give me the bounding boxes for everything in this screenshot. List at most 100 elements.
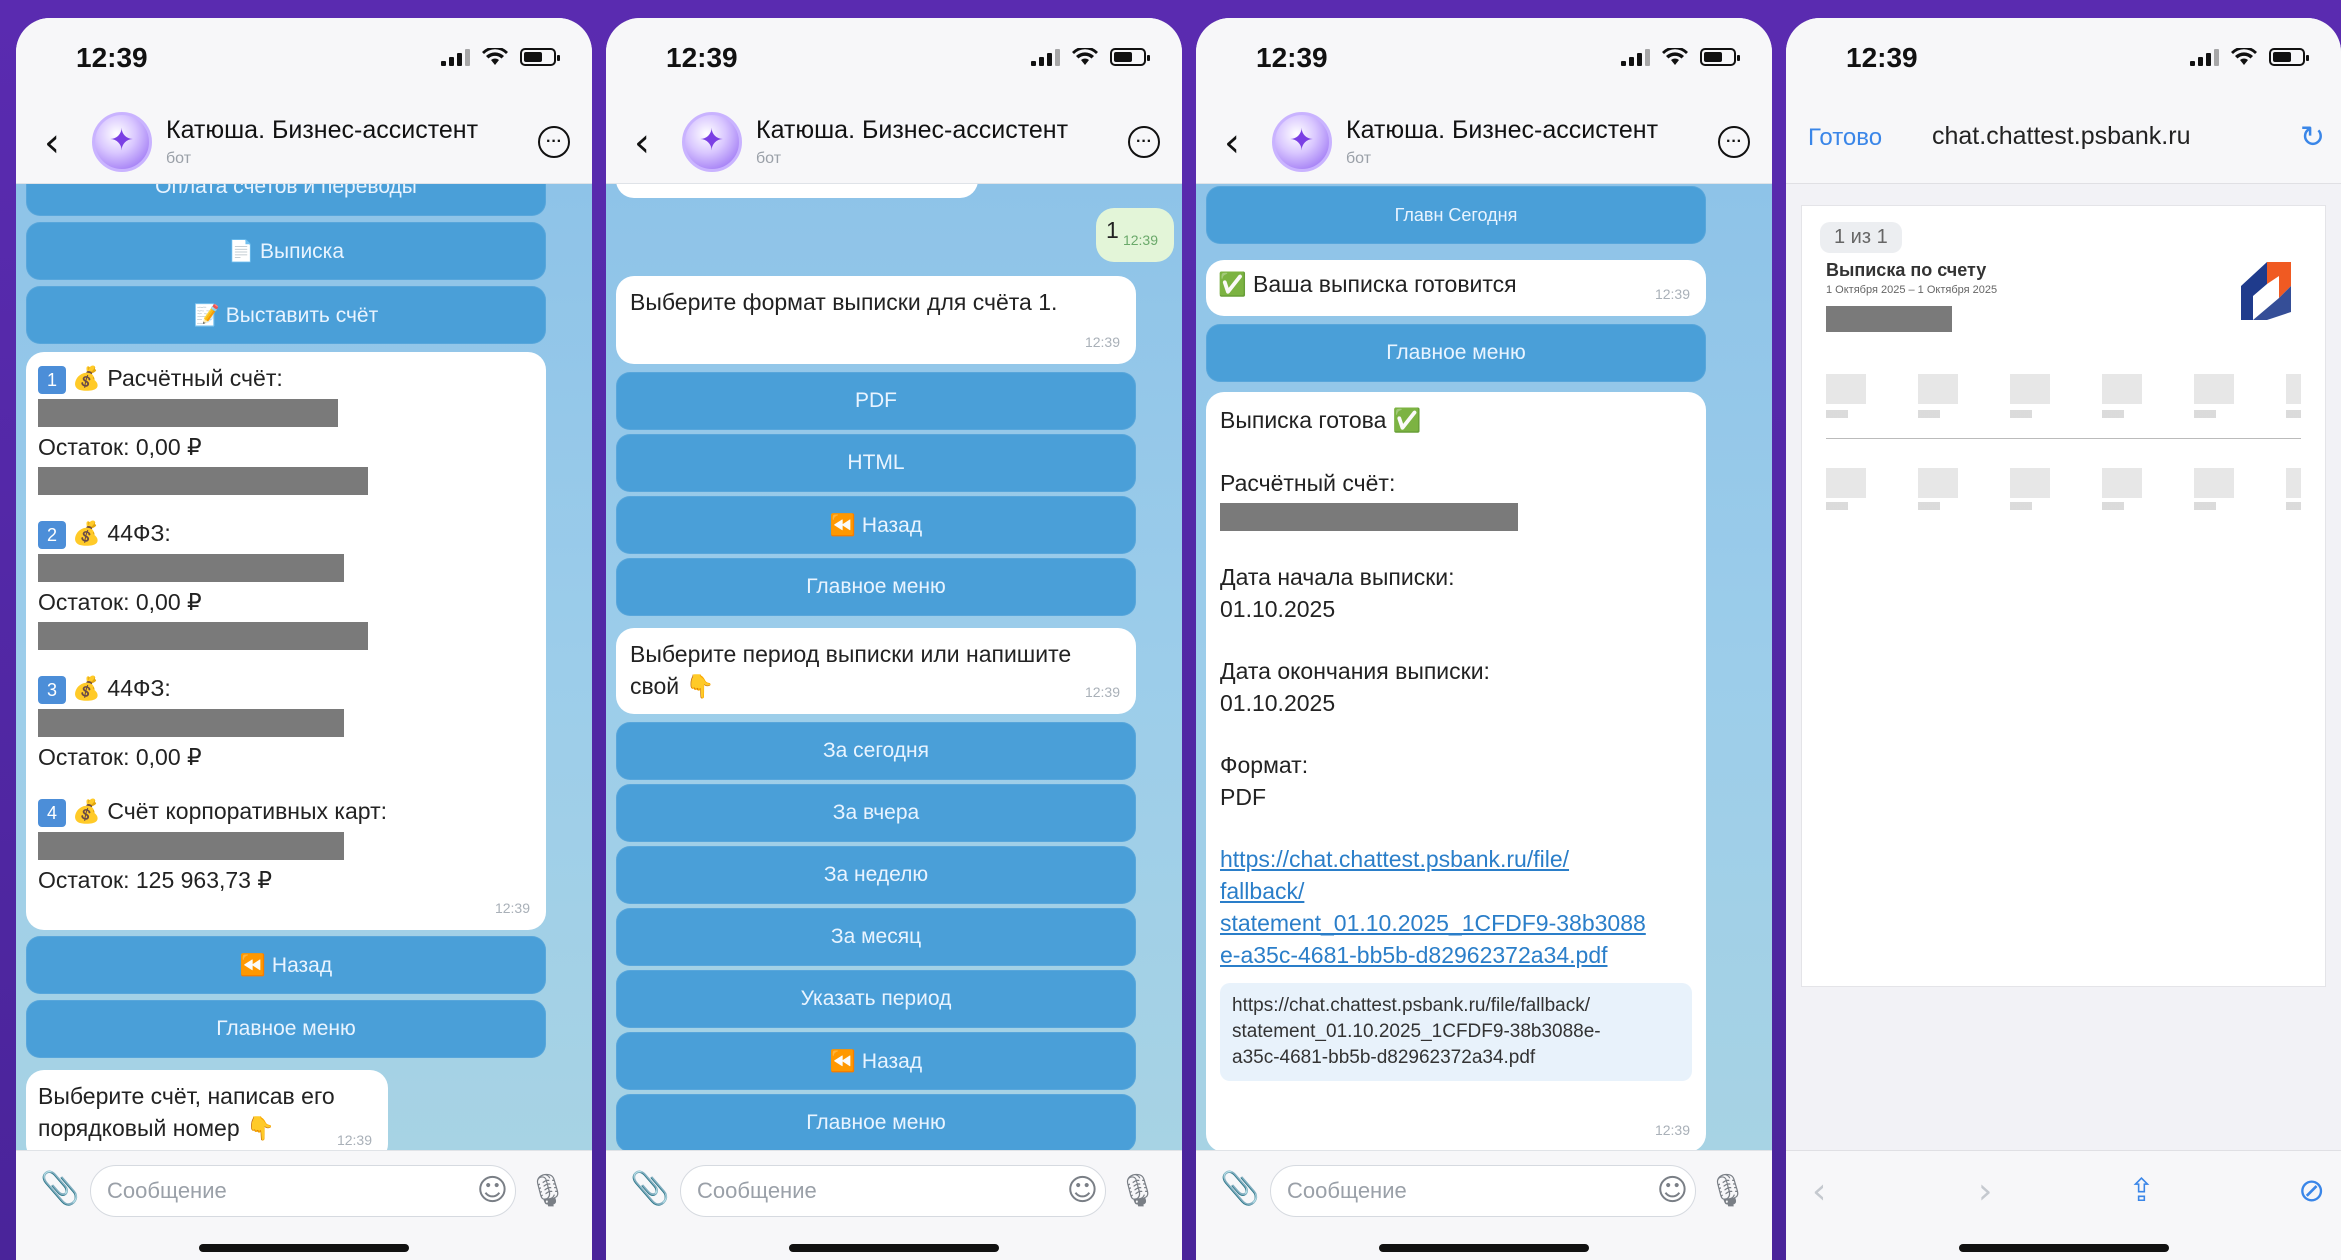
status-bar: 12:39 [16, 18, 592, 98]
yesterday-button[interactable]: За вчера [616, 784, 1136, 842]
signal-icon [2190, 48, 2219, 66]
status-icons [1621, 46, 1740, 66]
back-arrow-icon[interactable]: ‹ [44, 120, 60, 166]
battery-icon [1700, 48, 1740, 66]
html-button[interactable]: HTML [616, 434, 1136, 492]
wifi-icon [2231, 46, 2257, 66]
account-entry-3: 3 💰 44ФЗ: Остаток: 0,00 ₽ [38, 672, 534, 773]
page-counter: 1 из 1 [1820, 222, 1902, 253]
redacted-account-number [38, 832, 344, 860]
preparing-message: ✅ Ваша выписка готовится 12:39 [1206, 260, 1706, 316]
bot-avatar[interactable] [92, 112, 152, 172]
back-arrow-icon[interactable]: ‹ [634, 120, 650, 166]
invoice-button[interactable]: 📝 Выставить счёт [26, 286, 546, 344]
message-input[interactable]: Сообщение [90, 1165, 516, 1217]
pdf-page: 1 из 1 Выписка по счету 1 Октября 2025 –… [1802, 206, 2325, 986]
more-options-icon[interactable]: ··· [538, 126, 570, 158]
back-button-2[interactable]: ⏪ Назад [616, 1032, 1136, 1090]
emoji-icon[interactable]: ☺ [1657, 1173, 1688, 1208]
main-menu-button[interactable]: Главное меню [26, 1000, 546, 1058]
status-time: 12:39 [666, 42, 738, 73]
back-arrow-icon[interactable]: ‹ [1224, 120, 1240, 166]
attach-icon[interactable]: 📎 [1220, 1169, 1260, 1207]
rewind-icon: ⏪ [829, 513, 857, 537]
status-icons [1031, 46, 1150, 66]
battery-icon [2269, 48, 2309, 66]
microphone-icon[interactable]: 🎙 [527, 1171, 568, 1209]
statement-ready-message: Выписка готова ✅ Расчётный счёт: Дата на… [1206, 392, 1706, 1150]
chat-title: Катюша. Бизнес-ассистент [1346, 116, 1659, 144]
signal-icon [1621, 48, 1650, 66]
home-indicator[interactable] [199, 1244, 409, 1252]
emoji-icon[interactable]: ☺ [1067, 1173, 1098, 1208]
reload-icon[interactable]: ↻ [2300, 120, 2325, 155]
statement-button[interactable]: 📄 Выписка [26, 222, 546, 280]
input-bar: 📎 Сообщение ☺ 🎙 [1196, 1150, 1772, 1260]
share-icon[interactable]: ⇪ [2128, 1171, 2155, 1209]
home-indicator[interactable] [789, 1244, 999, 1252]
pdf-table-row [1826, 502, 2301, 510]
phone-screen-1: 12:39 ‹ Катюша. Бизнес-ассистент бот ···… [16, 18, 592, 1260]
nav-back-icon[interactable]: ‹ [1812, 1171, 1826, 1212]
home-indicator[interactable] [1379, 1244, 1589, 1252]
more-options-icon[interactable]: ··· [1718, 126, 1750, 158]
status-time: 12:39 [76, 42, 148, 73]
main-menu-button-2[interactable]: Главное меню [616, 1094, 1136, 1150]
redacted-account-number [38, 709, 344, 737]
choose-account-message: Выберите счёт, написав его порядковый но… [26, 1070, 388, 1150]
statement-link[interactable]: https://chat.chattest.psbank.ru/file/ fa… [1220, 843, 1692, 971]
status-bar: 12:39 [1196, 18, 1772, 98]
home-indicator[interactable] [1958, 1244, 2169, 1252]
custom-period-button[interactable]: Указать период [616, 970, 1136, 1028]
attach-icon[interactable]: 📎 [630, 1169, 670, 1207]
status-bar: 12:39 [606, 18, 1182, 98]
done-button[interactable]: Готово [1808, 124, 1882, 152]
main-menu-button[interactable]: Главное меню [616, 558, 1136, 616]
accounts-message: 1 💰 Расчётный счёт: Остаток: 0,00 ₽ 2 💰 … [26, 352, 546, 930]
browser-toolbar: ‹ › ⇪ ⊘ [1786, 1150, 2341, 1260]
redacted-account-info [38, 622, 368, 650]
pdf-viewer[interactable]: 1 из 1 Выписка по счету 1 Октября 2025 –… [1786, 184, 2341, 1150]
pdf-table-row [1826, 468, 2301, 498]
browser-header: Готово chat.chattest.psbank.ru ↻ [1786, 98, 2341, 184]
redacted-account-number [38, 554, 344, 582]
more-options-icon[interactable]: ··· [1128, 126, 1160, 158]
battery-icon [520, 48, 560, 66]
pdf-button[interactable]: PDF [616, 372, 1136, 430]
chat-area[interactable]: Оплата счетов и переводы 📄 Выписка 📝 Выс… [16, 184, 592, 1150]
memo-icon: 📝 [193, 303, 220, 327]
back-button[interactable]: ⏪ Назад [616, 496, 1136, 554]
pay-invoices-button[interactable]: Оплата счетов и переводы [26, 184, 546, 216]
account-entry-1: 1 💰 Расчётный счёт: Остаток: 0,00 ₽ [38, 362, 534, 495]
message-time: 12:39 [494, 900, 530, 916]
chat-area[interactable]: Главн Сегодня ✅ Ваша выписка готовится 1… [1196, 184, 1772, 1150]
today-button[interactable]: Главн Сегодня [1206, 186, 1706, 244]
user-message: 1 12:39 [1096, 208, 1174, 262]
message-input[interactable]: Сообщение [1270, 1165, 1696, 1217]
wifi-icon [1072, 46, 1098, 66]
back-button[interactable]: ⏪ Назад [26, 936, 546, 994]
account-entry-4: 4 💰 Счёт корпоративных карт: Остаток: 12… [38, 798, 387, 893]
bot-avatar[interactable] [682, 112, 742, 172]
main-menu-button[interactable]: Главное меню [1206, 324, 1706, 382]
phone-screen-2: 12:39 ‹ Катюша. Бизнес-ассистент бот ···… [606, 18, 1182, 1260]
message-input[interactable]: Сообщение [680, 1165, 1106, 1217]
today-button[interactable]: За сегодня [616, 722, 1136, 780]
chat-area[interactable]: 1 12:39 Выберите формат выписки для счёт… [606, 184, 1182, 1150]
point-down-icon: 👇 [685, 674, 715, 700]
emoji-icon[interactable]: ☺ [477, 1173, 508, 1208]
safari-compass-icon[interactable]: ⊘ [2298, 1171, 2325, 1209]
link-preview[interactable]: https://chat.chattest.psbank.ru/file/fal… [1220, 983, 1692, 1081]
attach-icon[interactable]: 📎 [40, 1169, 80, 1207]
signal-icon [441, 48, 470, 66]
check-icon: ✅ [1218, 272, 1247, 298]
microphone-icon[interactable]: 🎙 [1707, 1171, 1748, 1209]
nav-forward-icon[interactable]: › [1978, 1171, 1992, 1212]
microphone-icon[interactable]: 🎙 [1117, 1171, 1158, 1209]
chat-title: Катюша. Бизнес-ассистент [166, 116, 479, 144]
phone-screen-4: 12:39 Готово chat.chattest.psbank.ru ↻ 1… [1786, 18, 2341, 1260]
bot-avatar[interactable] [1272, 112, 1332, 172]
format-prompt-message: Выберите формат выписки для счёта 1. 12:… [616, 276, 1136, 364]
month-button[interactable]: За месяц [616, 908, 1136, 966]
week-button[interactable]: За неделю [616, 846, 1136, 904]
